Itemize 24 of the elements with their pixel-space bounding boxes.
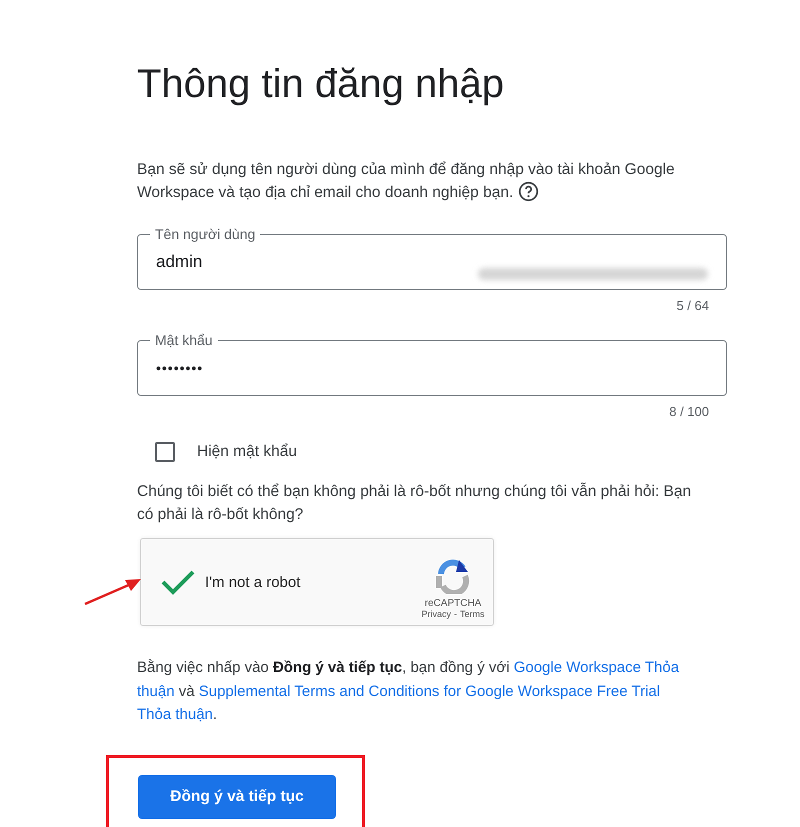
character-counter: 8 / 100 xyxy=(668,404,710,420)
agree-continue-button[interactable]: Đồng ý và tiếp tục xyxy=(138,774,336,818)
checkmark-icon xyxy=(161,569,195,595)
help-icon[interactable] xyxy=(518,181,539,202)
link-separator: - xyxy=(454,608,457,618)
captcha-label: I'm not a robot xyxy=(205,574,300,590)
recaptcha-brand: reCAPTCHA xyxy=(424,598,482,608)
field-value: admin xyxy=(156,252,202,272)
privacy-link[interactable]: Privacy xyxy=(421,608,451,618)
page-title: Thông tin đăng nhập xyxy=(137,61,505,108)
terms-link[interactable]: Terms xyxy=(460,608,484,618)
description-text: Bạn sẽ sử dụng tên người dùng của mình để đăng nhập vào tài khoản Google Workspace và tạo địa chỉ email cho doanh nghiệp bạn. xyxy=(137,160,676,204)
field-label: Mật khẩu xyxy=(154,332,214,348)
checkbox[interactable] xyxy=(155,442,175,462)
agreement-text: Bằng việc nhấp vào Đồng ý và tiếp tục, bạn đồng ý với Google Workspace Thỏa thuận và Supplemental Terms and Conditions for Google Workspace Free Trial Thỏa thuận. xyxy=(137,658,680,725)
text-field[interactable]: Tên người dùng admin xyxy=(137,226,727,290)
captcha-checkbox[interactable] xyxy=(161,569,195,595)
robot-question-text: Chúng tôi biết có thể bạn không phải là rô-bốt nhưng chúng tôi vẫn phải hỏi: Bạn có phải là rô-bốt không? xyxy=(137,482,692,525)
field-label: Tên người dùng xyxy=(154,226,256,242)
recaptcha-logo-icon xyxy=(435,558,471,594)
text-field[interactable]: Mật khẩu •••••••• xyxy=(137,332,727,396)
character-counter: 5 / 64 xyxy=(675,298,710,314)
field-value: •••••••• xyxy=(156,360,204,376)
checkbox-label[interactable]: Hiện mật khẩu xyxy=(197,443,297,461)
